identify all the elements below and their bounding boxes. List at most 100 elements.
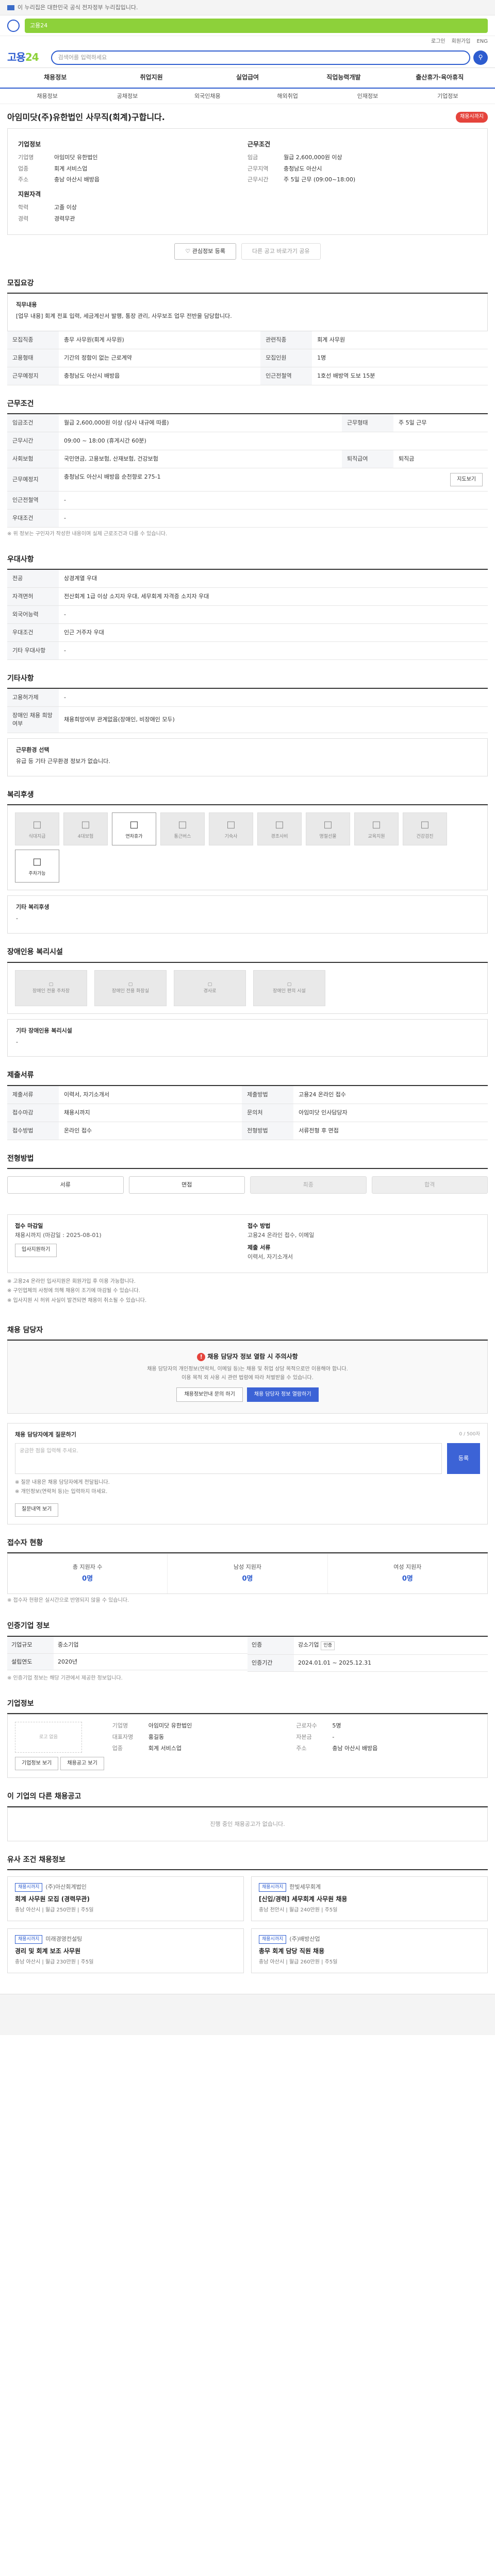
- row-label: 기업규모: [7, 1636, 54, 1653]
- question-submit-button[interactable]: 등록: [447, 1443, 480, 1474]
- question-note: ※ 개인정보(연락처 등)는 입력하지 마세요.: [15, 1489, 108, 1495]
- facility-section: 장애인용 복리시설 ▢ 장애인 전용 주차장 ▢ 장애인 전용 화장실 ▢ 경사로 ▢…: [7, 947, 488, 1057]
- section-title: 근무조건: [7, 399, 488, 414]
- list-item[interactable]: 채용시까지 한빛세무회계 [신입/경력] 세무회계 사무원 채용 충남 천안시 |…: [251, 1876, 488, 1921]
- nav-item-leave[interactable]: 출산휴가·육아휴직: [392, 73, 488, 82]
- manager-desc: 이용 목적 외 사용 시 관련 법령에 따라 처벌받을 수 있습니다.: [182, 1375, 314, 1381]
- card-badge: 채용시까지: [15, 1935, 43, 1944]
- similar-section: 유사 조건 채용정보 채용시까지 (주)아산회계법인 회계 사무원 모집 (경력무…: [7, 1855, 488, 1973]
- deadline-badge: 채용시까지: [456, 112, 488, 123]
- card-corp: 한빛세무회계: [289, 1884, 321, 1891]
- company-info-button[interactable]: 기업정보 보기: [15, 1757, 59, 1771]
- stat-value: 0명: [402, 1574, 413, 1583]
- signup-link[interactable]: 회원가입: [452, 38, 471, 46]
- row-value: 전산회계 1급 이상 소지자 우대, 세무회계 자격증 소지자 우대: [59, 587, 488, 606]
- scrap-button[interactable]: ♡ 관심정보 등록: [174, 243, 236, 260]
- company-logo: 로고 없음: [15, 1722, 82, 1753]
- nav-item-benefit[interactable]: 실업급여: [200, 73, 295, 82]
- row-label: 인근전철역: [260, 367, 312, 385]
- welfare-icon: □: [420, 819, 430, 830]
- apply-button[interactable]: 입사지원하기: [15, 1243, 57, 1257]
- facility-etc-value: -: [16, 1038, 18, 1045]
- flag-icon: [7, 5, 14, 10]
- cert-name: 강소기업: [298, 1641, 319, 1648]
- question-notes: ※ 질문 내용은 채용 담당자에게 전달됩니다. ※ 개인정보(연락처 등)는 …: [15, 1474, 480, 1503]
- english-link[interactable]: ENG: [476, 38, 488, 46]
- nav-item-support[interactable]: 취업지원: [103, 73, 199, 82]
- table-row: 고용형태 기간의 정함이 없는 근로계약 모집인원 1명: [7, 349, 488, 367]
- page-title: 아임미닷(주)유한법인 사무직(회계)구합니다.: [7, 112, 165, 122]
- welfare-label: 4대보험: [77, 834, 94, 839]
- row-label: 전공: [7, 570, 59, 588]
- subnav-item-jobs[interactable]: 채용정보: [7, 92, 87, 100]
- top-search-box[interactable]: 고용24: [25, 18, 488, 33]
- job-summary: 기업정보 기업명 아임미닷 유한법인 업종 회계 서비스업 주소 충남 아산시 배방읍…: [7, 128, 488, 235]
- main-nav: 채용정보 취업지원 실업급여 직업능력개발 출산휴가·육아휴직: [0, 68, 495, 89]
- subnav-item-company[interactable]: 기업정보: [408, 92, 488, 100]
- stat-value: 0명: [242, 1574, 253, 1583]
- table-row: 인근전철역 -: [7, 491, 488, 510]
- subnav-item-foreign[interactable]: 외국인채용: [168, 92, 248, 100]
- row-label: 퇴직급여: [342, 450, 394, 468]
- site-logo[interactable]: 고용24: [7, 50, 39, 65]
- work-address: 충청남도 아산시 배방읍 순천향로 275-1: [64, 473, 161, 480]
- table-row: 기타 우대사항 -: [7, 641, 488, 660]
- row-label: 임금조건: [7, 414, 59, 432]
- recruit-section: 모집요강 직무내용 [업무 내용] 회계 전표 입력, 세금계산서 발행, 통장…: [7, 278, 488, 385]
- row-value: -: [59, 641, 488, 660]
- card-meta: 충남 아산시 | 월급 250만원 | 주5일: [15, 1907, 94, 1913]
- search-icon[interactable]: ⚲: [473, 50, 488, 65]
- facility-label: 장애인 전용 주차장: [32, 988, 70, 994]
- subnav-item-overseas[interactable]: 해외취업: [248, 92, 327, 100]
- work-section: 근무조건 임금조건 월급 2,600,000원 이상 (당사 내규에 따름) 근무형…: [7, 399, 488, 541]
- table-row: 설립연도 2020년: [7, 1653, 248, 1671]
- share-button[interactable]: 다른 공고 바로가기 공유: [241, 243, 321, 260]
- card-title: 총무 회계 담당 직원 채용: [259, 1947, 325, 1955]
- question-history-button[interactable]: 질문내역 보기: [15, 1503, 59, 1517]
- stat-item: 남성 지원자 0명: [168, 1554, 328, 1594]
- work-table: 임금조건 월급 2,600,000원 이상 (당사 내규에 따름) 근무형태 주 5일…: [7, 414, 488, 528]
- list-item[interactable]: 채용시까지 (주)배방산업 총무 회계 담당 직원 채용 충남 아산시 | 월급 …: [251, 1928, 488, 1973]
- company-jobs-button[interactable]: 채용공고 보기: [60, 1757, 104, 1771]
- subnav-item-public[interactable]: 공채정보: [87, 92, 167, 100]
- table-row: 접수방법 온라인 접수 전형방법 서류전형 후 면접: [7, 1122, 488, 1140]
- summary-label: 경력: [18, 215, 29, 222]
- company-label: 근로자수: [296, 1722, 317, 1730]
- manager-view-button[interactable]: 채용 담당자 정보 열람하기: [246, 1387, 319, 1402]
- welfare-icon: □: [226, 819, 236, 830]
- nav-item-training[interactable]: 직업능력개발: [295, 73, 391, 82]
- row-label: 제출방법: [242, 1086, 294, 1104]
- table-row: 우대조건 -: [7, 509, 488, 528]
- welfare-item: □ 건강검진: [403, 812, 447, 846]
- welfare-icon: □: [32, 856, 42, 867]
- facility-label: 장애인 편의 시설: [273, 988, 306, 994]
- apply-note: ※ 구인업체의 사정에 의해 채용이 조기에 마감될 수 있습니다.: [7, 1288, 140, 1294]
- question-input[interactable]: 궁금한 점을 입력해 주세요.: [15, 1443, 442, 1474]
- company-value: 5명: [332, 1722, 341, 1730]
- welfare-section: 복리후생 □ 식대지급 □ 4대보험 □ 연차휴가 □ 통근버스 □ 기숙사 □ 경조사비 □ 명절선물 □…: [7, 790, 488, 934]
- table-row: 인증 강소기업 인증: [248, 1636, 488, 1655]
- map-button[interactable]: 지도보기: [450, 472, 483, 486]
- manager-inquiry-button[interactable]: 채용정보안내 문의 하기: [176, 1387, 243, 1402]
- row-value: -: [59, 689, 488, 707]
- subnav-item-talent[interactable]: 인재정보: [327, 92, 407, 100]
- section-title: 기업정보: [7, 1699, 488, 1715]
- login-link[interactable]: 로그인: [431, 38, 446, 46]
- row-value: 충청남도 아산시 배방읍: [59, 367, 261, 385]
- nav-item-jobs[interactable]: 채용정보: [7, 73, 103, 82]
- apply-doc-label: 제출 서류: [248, 1244, 271, 1251]
- doc-table: 제출서류 이력서, 자기소개서 제출방법 고용24 온라인 접수 접수마감 채용시까지 문…: [7, 1086, 488, 1140]
- row-value: 이력서, 자기소개서: [59, 1086, 242, 1104]
- company-value: 아임미닷 유한법인: [148, 1722, 192, 1730]
- table-row: 전공 상경계열 우대: [7, 570, 488, 588]
- welfare-item: □ 4대보험: [63, 812, 108, 846]
- cert-tag: 인증: [321, 1641, 335, 1650]
- info-note: ※ 인증기업 정보는 해당 기관에서 제공한 정보입니다.: [7, 1675, 123, 1681]
- list-item[interactable]: 채용시까지 미래경영컨설팅 경리 및 회계 보조 사무원 충남 아산시 | 월급 …: [7, 1928, 244, 1973]
- section-title: 복리후생: [7, 790, 488, 806]
- list-item[interactable]: 채용시까지 (주)아산회계법인 회계 사무원 모집 (경력무관) 충남 아산시 |…: [7, 1876, 244, 1921]
- row-value: 회계 사무원: [312, 331, 488, 349]
- header-search-input[interactable]: 검색어를 입력하세요: [51, 50, 470, 65]
- row-label: 모집인원: [260, 349, 312, 367]
- row-value: 2020년: [58, 1658, 78, 1665]
